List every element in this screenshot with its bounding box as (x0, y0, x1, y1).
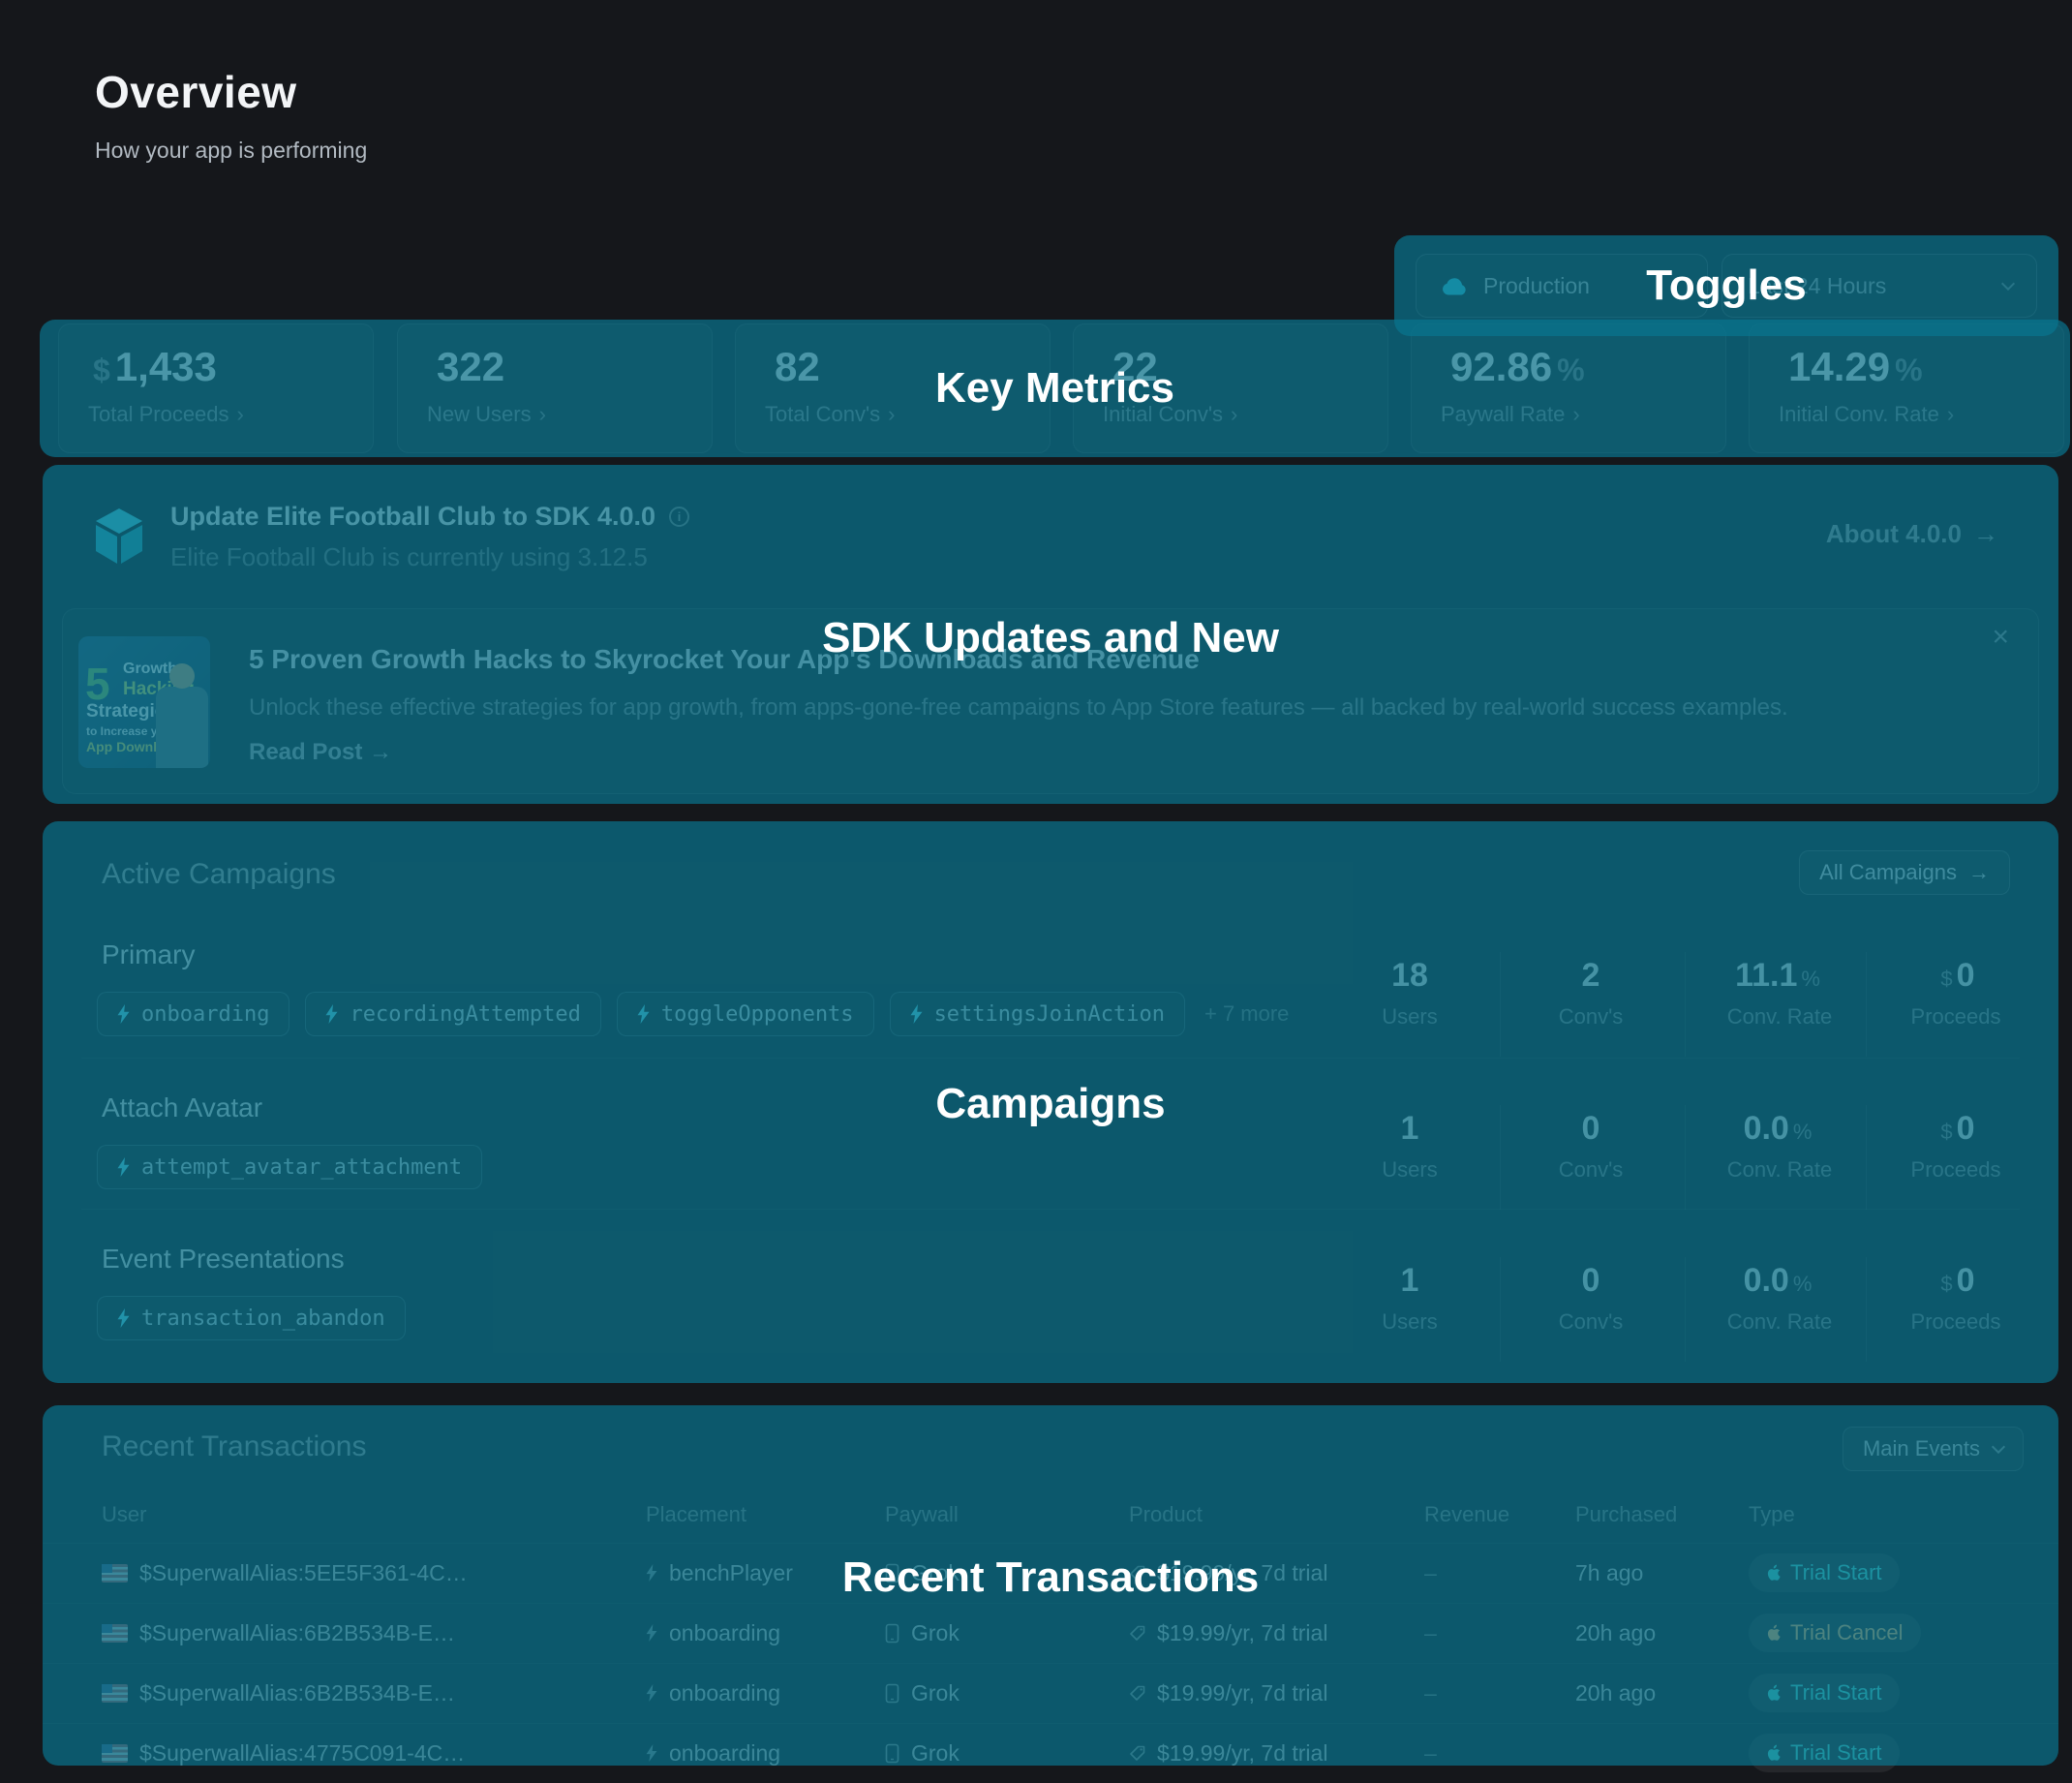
annotation-label-key-metrics: Key Metrics (935, 364, 1174, 413)
annotation-label-recent: Recent Transactions (842, 1553, 1259, 1602)
page-title: Overview (95, 66, 367, 118)
sdk-updates-region: Update Elite Football Club to SDK 4.0.0 … (43, 465, 2058, 804)
annotation-overlay-key-metrics: Key Metrics (40, 320, 2070, 457)
annotation-overlay-recent: Recent Transactions (43, 1405, 2058, 1766)
page-subtitle: How your app is performing (95, 138, 367, 164)
metrics-region: $1,433 Total Proceeds› 322 New Users› 82… (40, 320, 2070, 457)
recent-transactions-region: Recent Transactions Main Events User Pla… (43, 1405, 2058, 1766)
annotation-label-toggles: Toggles (1646, 261, 1806, 310)
page-header: Overview How your app is performing (95, 66, 367, 164)
annotation-label-sdk: SDK Updates and New (822, 614, 1279, 662)
active-campaigns-region: Active Campaigns All Campaigns → Primary… (43, 821, 2058, 1383)
annotation-overlay-campaigns: Campaigns (43, 821, 2058, 1383)
annotation-label-campaigns: Campaigns (935, 1080, 1165, 1128)
annotation-overlay-sdk: SDK Updates and New (43, 465, 2058, 804)
